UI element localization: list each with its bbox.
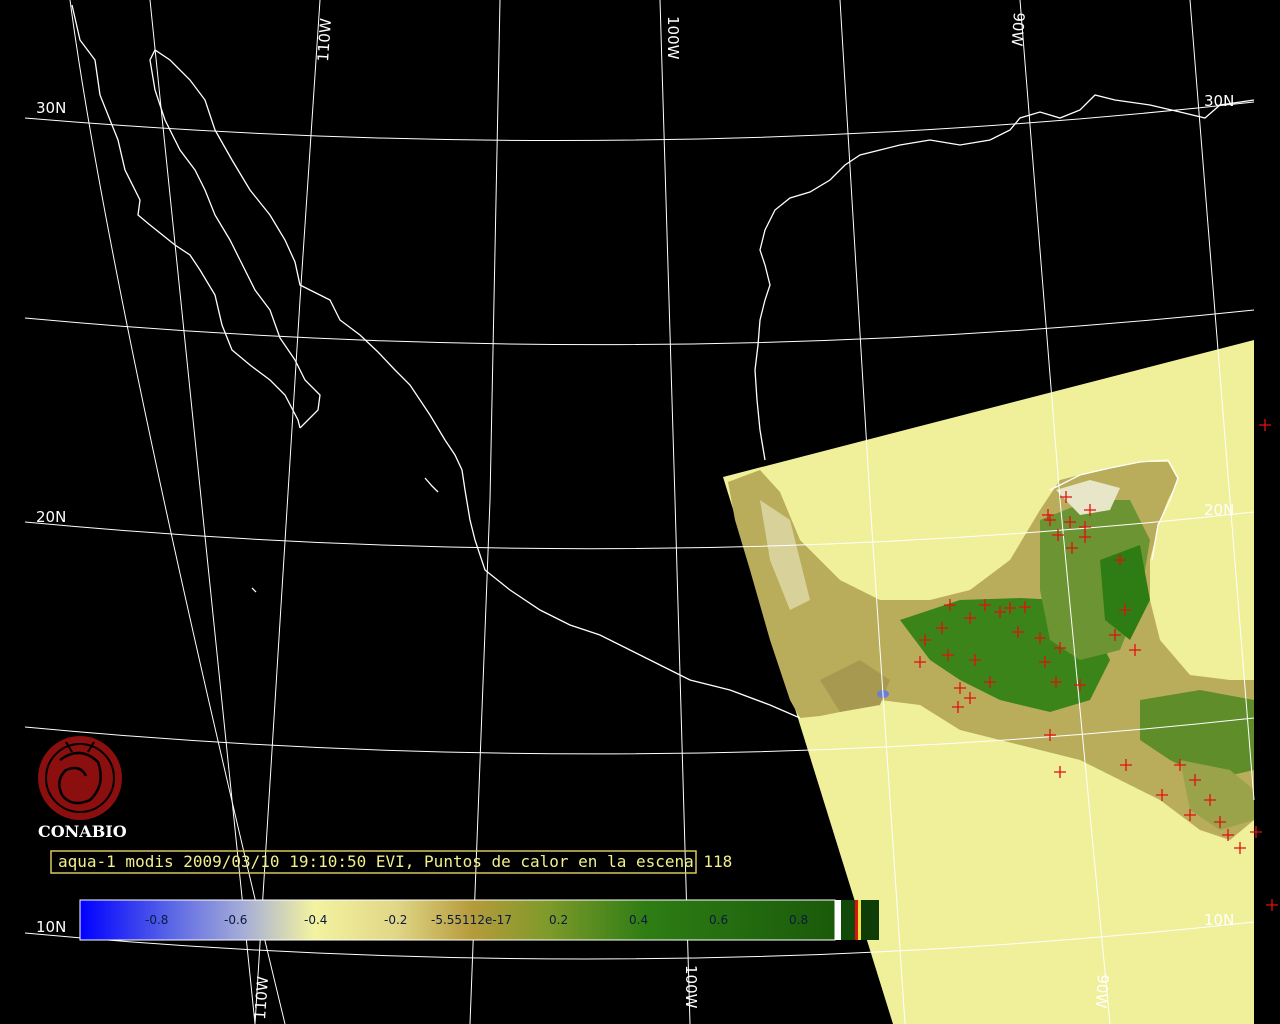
colorbar-label-7: 0.6	[709, 913, 728, 927]
lon-label-100w-bottom: 100W	[682, 965, 700, 1009]
colorbar-label-3: -0.2	[384, 913, 407, 927]
lon-label-110w-top: 110W	[314, 17, 335, 62]
conabio-logo-text: CONABIO	[38, 822, 127, 841]
scene-caption: aqua-1 modis 2009/03/10 19:10:50 EVI, Pu…	[50, 850, 732, 874]
lat-label-10n-right: 10N	[1204, 911, 1234, 929]
lat-label-30n-left: 30N	[36, 99, 66, 117]
satellite-map: 30N 20N 10N 30N 20N 10N 110W 100W 90W 11…	[24, 0, 1278, 1024]
colorbar-label-6: 0.4	[629, 913, 648, 927]
colorbar-label-2: -0.4	[304, 913, 327, 927]
lon-label-110w-bottom: 110W	[251, 975, 272, 1020]
lon-label-90w-bottom: 90W	[1092, 974, 1112, 1009]
conabio-logo: CONABIO	[38, 736, 127, 841]
colorbar-label-4: -5.55112e-17	[431, 913, 512, 927]
colorbar-label-0: -0.8	[145, 913, 168, 927]
fire-marker	[1259, 419, 1271, 431]
colorbar-label-8: 0.8	[789, 913, 808, 927]
fire-marker	[1266, 899, 1278, 911]
colorbar-label-1: -0.6	[224, 913, 247, 927]
lat-label-10n-left: 10N	[36, 918, 66, 936]
lat-label-30n-right: 30N	[1204, 92, 1234, 110]
lat-label-20n-right: 20N	[1204, 501, 1234, 519]
lat-label-20n-left: 20N	[36, 508, 66, 526]
lon-label-90w-top: 90W	[1008, 12, 1028, 47]
conabio-emblem-icon	[38, 736, 122, 820]
colorbar-label-5: 0.2	[549, 913, 568, 927]
lon-label-100w-top: 100W	[664, 16, 682, 60]
caption-text: aqua-1 modis 2009/03/10 19:10:50 EVI, Pu…	[58, 852, 732, 871]
evi-colorbar: -0.8 -0.6 -0.4 -0.2 -5.55112e-17 0.2 0.4…	[79, 899, 879, 941]
